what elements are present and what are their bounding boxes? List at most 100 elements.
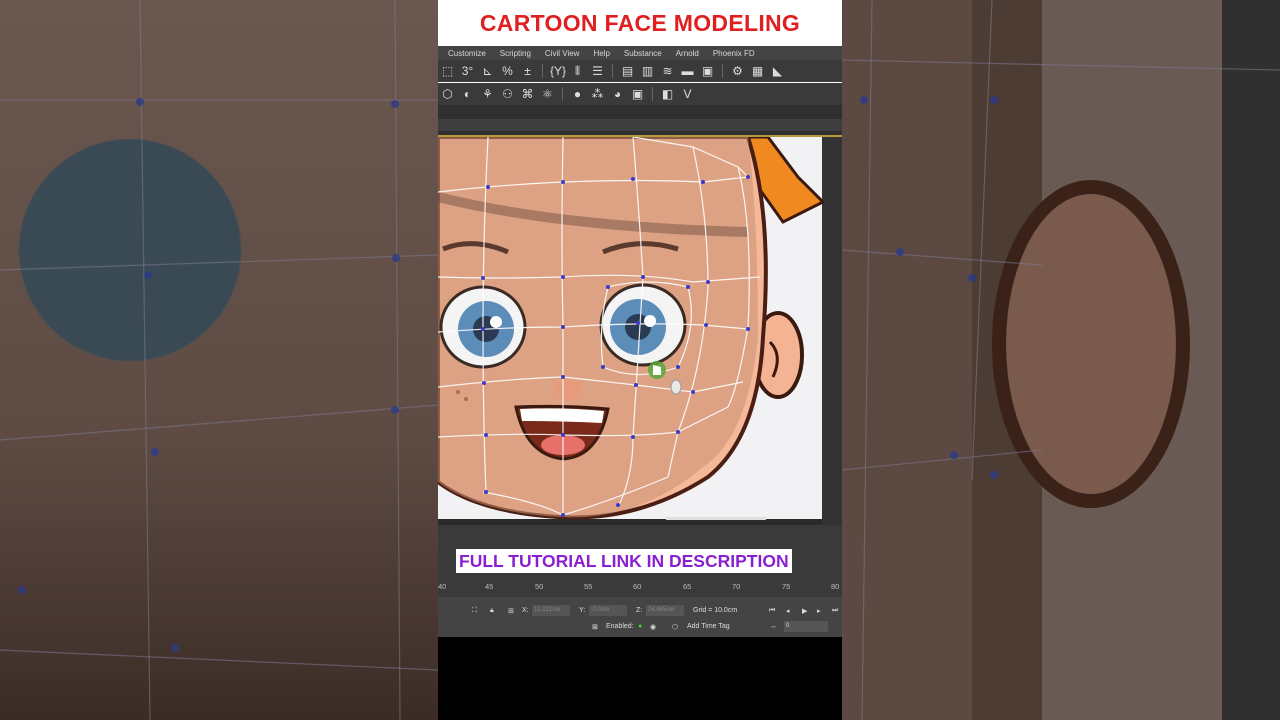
grid-readout: Grid = 10.0cm xyxy=(693,607,738,614)
snap-3d-icon[interactable]: 3° xyxy=(460,64,475,79)
ribbon-area xyxy=(438,105,842,135)
ruler-tick: 45 xyxy=(485,582,494,591)
page-title: CARTOON FACE MODELING xyxy=(479,9,801,36)
absolute-mode-icon[interactable]: ⊞ xyxy=(508,607,514,615)
select-icon[interactable]: ⬚ xyxy=(440,64,455,79)
box-icon[interactable]: ⬡ xyxy=(440,87,455,102)
enabled-label: Enabled: xyxy=(606,623,634,630)
modifier-icon[interactable]: ⚘ xyxy=(480,87,495,102)
next-frame-icon[interactable]: ▸ xyxy=(817,607,821,615)
go-to-start-icon[interactable]: ⏮ xyxy=(769,607,775,615)
frame-field[interactable]: 0 xyxy=(784,621,828,632)
ruler-tick: 70 xyxy=(732,582,741,591)
time-tag-row: ⊠ Enabled: ● ◉ ⬡ Add Time Tag ↔ 0 xyxy=(438,619,842,637)
named-selection-icon[interactable]: {Y} xyxy=(550,64,566,79)
ruler-tick: 60 xyxy=(633,582,642,591)
video-bottom-letterbox xyxy=(438,637,842,720)
play-icon[interactable]: ▶ xyxy=(802,607,807,615)
tutorial-banner: FULL TUTORIAL LINK IN DESCRIPTION xyxy=(456,549,792,573)
render-toggle-icon[interactable]: ◧ xyxy=(660,87,675,102)
viewport-scrollbar[interactable] xyxy=(666,517,766,520)
viewport-side xyxy=(822,137,842,525)
spinner-snap-icon[interactable]: ± xyxy=(520,64,535,79)
toolbar-divider xyxy=(542,64,543,78)
freckle xyxy=(464,397,468,401)
palette-icon[interactable]: ◕ xyxy=(610,87,625,102)
menu-item-substance[interactable]: Substance xyxy=(624,49,662,58)
x-label: X: xyxy=(522,607,529,614)
background-mesh-left xyxy=(0,0,438,720)
y-coordinate-field[interactable]: -0.0cm xyxy=(589,605,627,616)
left-eye-highlight xyxy=(490,316,502,328)
menu-item-arnold[interactable]: Arnold xyxy=(676,49,699,58)
mirror-icon[interactable]: ⫴ xyxy=(570,64,585,79)
freckle xyxy=(456,390,460,394)
display-icon[interactable]: ⚛ xyxy=(540,87,555,102)
percent-snap-icon[interactable]: % xyxy=(500,64,515,79)
toolbar-divider xyxy=(652,87,653,101)
banner-text: FULL TUTORIAL LINK IN DESCRIPTION xyxy=(459,550,789,571)
timeline-area: FULL TUTORIAL LINK IN DESCRIPTION 40 45 … xyxy=(438,525,842,597)
material-editor-icon[interactable]: ▣ xyxy=(700,64,715,79)
toolbar-divider xyxy=(562,87,563,101)
background-right-blur xyxy=(842,0,1280,720)
slate-icon[interactable]: ▣ xyxy=(630,87,645,102)
scene-explorer-icon[interactable]: ▥ xyxy=(640,64,655,79)
ruler-tick: 40 xyxy=(438,582,447,591)
z-coordinate-field[interactable]: 24.465cm xyxy=(646,605,684,616)
nose xyxy=(554,377,582,401)
time-ruler[interactable]: 40 45 50 55 60 65 70 75 80 xyxy=(438,579,842,597)
ribbon-strip xyxy=(438,119,842,131)
align-icon[interactable]: ☰ xyxy=(590,64,605,79)
menu-item-customize[interactable]: Customize xyxy=(448,49,486,58)
y-label: Y: xyxy=(579,607,586,614)
z-label: Z: xyxy=(636,607,643,614)
main-video-panel: CARTOON FACE MODELING Customize Scriptin… xyxy=(438,0,842,720)
vray-icon[interactable]: V xyxy=(680,87,695,102)
motion-icon[interactable]: ⌘ xyxy=(520,87,535,102)
toolbar-divider xyxy=(722,64,723,78)
teapot-icon[interactable]: ◣ xyxy=(770,64,785,79)
key-mode-icon[interactable]: ↔ xyxy=(770,623,777,630)
menu-item-phoenix-fd[interactable]: Phoenix FD xyxy=(713,49,755,58)
lock-icon[interactable]: 🔒︎ xyxy=(490,607,494,615)
prev-frame-icon[interactable]: ◂ xyxy=(786,607,790,615)
menu-item-civil-view[interactable]: Civil View xyxy=(545,49,580,58)
viewport-canvas[interactable] xyxy=(438,137,842,525)
teeth xyxy=(520,408,604,423)
angle-snap-icon[interactable]: ⊾ xyxy=(480,64,495,79)
material-ball-icon[interactable]: ● xyxy=(570,87,585,102)
enabled-status-dot: ● xyxy=(638,623,643,630)
ruler-tick: 65 xyxy=(683,582,692,591)
layer-manager-icon[interactable]: ▤ xyxy=(620,64,635,79)
main-toolbar: ⬚ 3° ⊾ % ± {Y} ⫴ ☰ ▤ ▥ ≋ ▬ ▣ ⚙ ▦ ◣ xyxy=(438,60,842,82)
adaptive-icon[interactable]: ⊠ xyxy=(592,623,598,631)
status-bar: ⛶ 🔒︎ ⊞ X: 12.221cm Y: -0.0cm Z: 24.465cm… xyxy=(438,597,842,637)
curve-editor-icon[interactable]: ≋ xyxy=(660,64,675,79)
x-coordinate-field[interactable]: 12.221cm xyxy=(532,605,570,616)
selection-lock-icon[interactable]: ⛶ xyxy=(472,607,477,615)
background-mesh-right xyxy=(842,0,1280,720)
render-frame-icon[interactable]: ▦ xyxy=(750,64,765,79)
time-tag-icon[interactable]: ⬡ xyxy=(672,623,678,631)
enabled-toggle-icon[interactable]: ◉ xyxy=(650,623,656,631)
ruler-tick: 50 xyxy=(535,582,544,591)
background-left-blur xyxy=(0,0,438,720)
menu-item-scripting[interactable]: Scripting xyxy=(500,49,531,58)
render-setup-icon[interactable]: ⚙ xyxy=(730,64,745,79)
ruler-tick: 55 xyxy=(584,582,593,591)
mouse-icon xyxy=(670,379,682,395)
schematic-view-icon[interactable]: ▬ xyxy=(680,64,695,79)
ruler-tick: 75 xyxy=(782,582,791,591)
menu-item-help[interactable]: Help xyxy=(593,49,609,58)
hierarchy-icon[interactable]: ⚇ xyxy=(500,87,515,102)
3d-viewport[interactable] xyxy=(438,135,842,525)
add-time-tag-button[interactable]: Add Time Tag xyxy=(687,623,730,630)
secondary-toolbar: ⬡ ◐ ⚘ ⚇ ⌘ ⚛ ● ⁂ ◕ ▣ ◧ V xyxy=(438,83,842,105)
menu-bar: Customize Scripting Civil View Help Subs… xyxy=(438,46,842,60)
ruler-tick: 80 xyxy=(831,582,840,591)
toolbar-divider xyxy=(612,64,613,78)
sphere-icon[interactable]: ◐ xyxy=(460,87,475,102)
color-grid-icon[interactable]: ⁂ xyxy=(590,87,605,102)
go-to-end-icon[interactable]: ⏭ xyxy=(832,607,838,615)
